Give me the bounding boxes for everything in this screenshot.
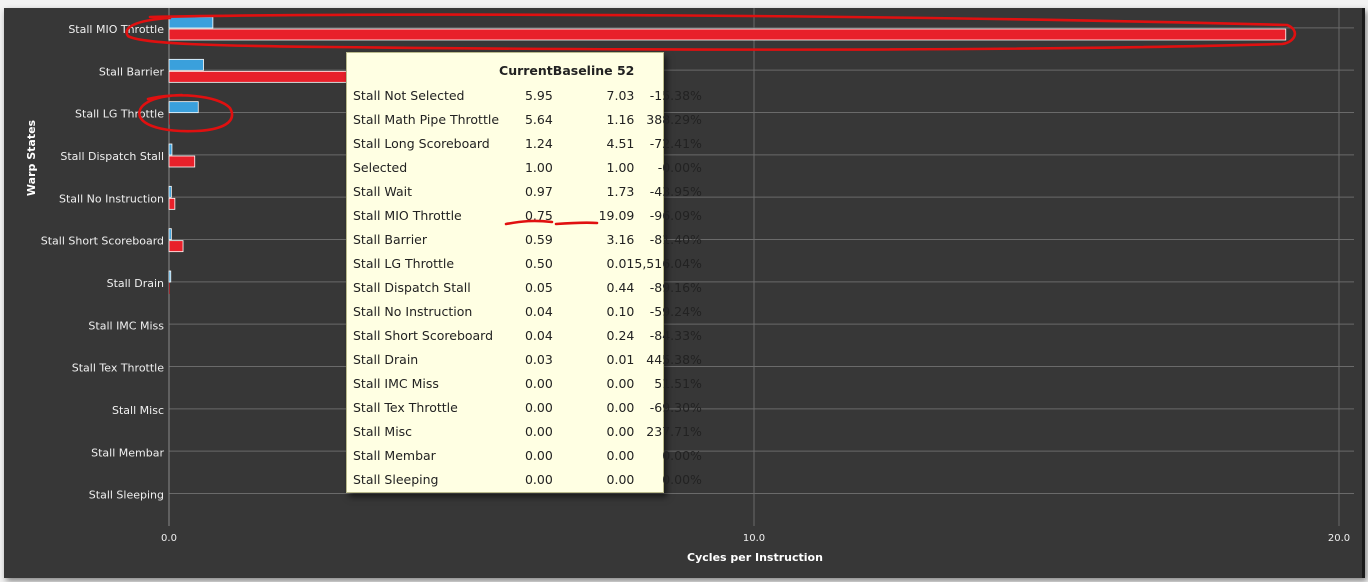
circle-mio-throttle-bar bbox=[125, 13, 1297, 51]
underline-mio-current bbox=[504, 219, 554, 226]
underline-mio-baseline bbox=[554, 221, 599, 226]
chart-window: 0.0 10.0 20.0 Stall MIO Throttle Stall Barri… bbox=[0, 0, 1368, 582]
annotation-layer bbox=[125, 13, 1297, 226]
circle-lg-throttle-label bbox=[138, 93, 234, 133]
